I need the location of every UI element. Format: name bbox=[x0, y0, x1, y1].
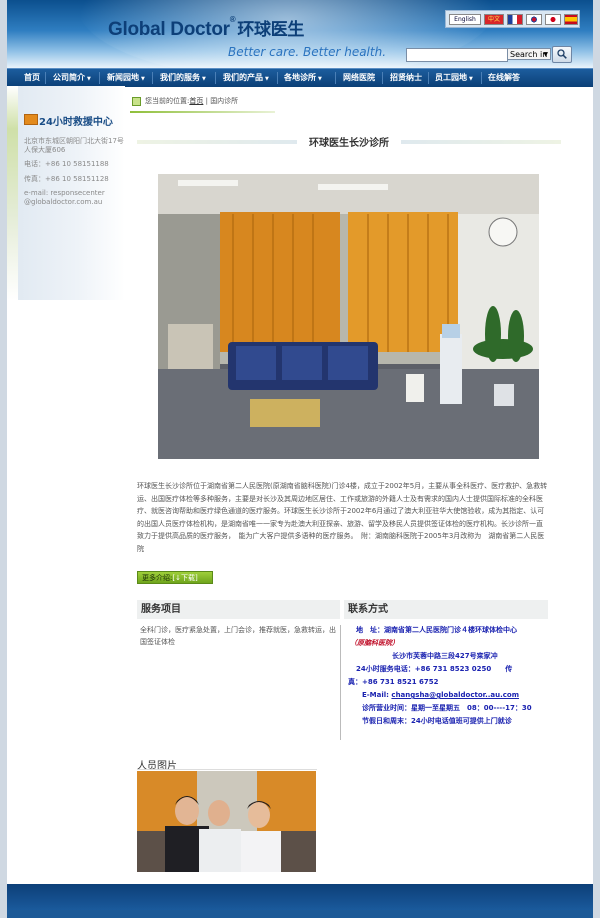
breadcrumb-current: 国内诊所 bbox=[210, 97, 239, 105]
contact-hotline: 24小时服务电话：+86 731 8523 0250 传 bbox=[356, 665, 513, 673]
nav-label: 在线解答 bbox=[488, 73, 520, 82]
services-heading: 服务项目 bbox=[137, 600, 340, 619]
nav-label: 各地诊所 bbox=[284, 73, 316, 82]
nav-divider bbox=[382, 72, 383, 84]
nav-label: 员工园地 bbox=[435, 73, 467, 82]
logo-chinese: 环球医生 bbox=[237, 20, 305, 39]
nav-label: 招贤纳士 bbox=[390, 73, 422, 82]
nav-label: 网络医院 bbox=[343, 73, 375, 82]
sidebar-address: 北京市东城区朝阳门北大街17号人保大厦606 bbox=[24, 137, 124, 154]
nav-divider bbox=[428, 72, 429, 84]
sidebar-fax: 传真：+86 10 58151128 bbox=[24, 175, 109, 183]
flag-france-icon[interactable] bbox=[507, 14, 523, 25]
dropdown-arrow-icon: ▼ bbox=[469, 76, 473, 82]
nav-news[interactable]: 新闻园地 ▼ bbox=[107, 69, 145, 87]
contact-address-note: （原脑科医院） bbox=[350, 639, 399, 647]
dropdown-arrow-icon: ▼ bbox=[87, 76, 91, 82]
contact-block: 地 址：湖南省第二人民医院门诊４楼环球体检中心 （原脑科医院） 长沙市芙蓉中路三… bbox=[348, 624, 548, 728]
download-link[interactable]: [↓下载] bbox=[172, 574, 197, 582]
clinic-waiting-room-image bbox=[158, 174, 539, 459]
nav-online-hospital[interactable]: 网络医院 bbox=[343, 69, 375, 87]
nav-divider bbox=[99, 72, 100, 84]
envelope-icon bbox=[24, 114, 38, 125]
nav-label: 首页 bbox=[24, 73, 40, 82]
page-title: 环球医生长沙诊所 bbox=[137, 134, 561, 149]
services-text: 全科门诊，医疗紧急处置，上门会诊，推荐就医，急救转运，出国签证体检 bbox=[140, 626, 336, 646]
dropdown-arrow-icon: ▼ bbox=[265, 76, 269, 82]
contact-email-row: E-Mail: changsha@globaldoctor..au.com bbox=[348, 689, 548, 702]
page-title-text: 环球医生长沙诊所 bbox=[305, 138, 393, 149]
nav-divider bbox=[335, 72, 336, 84]
breadcrumb-prefix: 您当前的位置: bbox=[145, 97, 190, 105]
more-info-label: 更多介绍: bbox=[142, 574, 173, 582]
nav-label: 我们的产品 bbox=[223, 73, 263, 82]
footer-bottom-bar bbox=[7, 910, 593, 918]
clinic-description: 环球医生长沙诊所位于湖南省第二人民医院(原湖南省脑科医院)门诊4楼，成立于200… bbox=[137, 482, 548, 553]
language-switcher: English 中文 bbox=[445, 10, 580, 28]
contact-street: 长沙市芙蓉中路三段427号寀家冲 bbox=[392, 652, 498, 660]
nav-clinics[interactable]: 各地诊所 ▼ bbox=[284, 69, 322, 87]
nav-products[interactable]: 我们的产品 ▼ bbox=[223, 69, 269, 87]
search-icon bbox=[557, 49, 567, 59]
dropdown-arrow-icon: ▼ bbox=[202, 76, 206, 82]
nav-divider bbox=[215, 72, 216, 84]
clinic-photo bbox=[158, 174, 539, 459]
contact-email-link[interactable]: changsha@globaldoctor..au.com bbox=[391, 691, 519, 699]
contact-address: 地 址：湖南省第二人民医院门诊４楼环球体检中心 bbox=[356, 626, 517, 634]
logo-registered-mark: ® bbox=[229, 15, 236, 24]
slogan: Better care. Better health. bbox=[228, 45, 387, 59]
breadcrumb-separator: | bbox=[205, 97, 208, 105]
more-info-button[interactable]: 更多介绍:[↓下载] bbox=[137, 571, 213, 584]
search-button[interactable] bbox=[552, 46, 572, 63]
staff-photo bbox=[137, 771, 316, 872]
breadcrumb: 您当前的位置:首页 | 国内诊所 bbox=[145, 96, 238, 106]
lang-english-button[interactable]: English bbox=[449, 14, 481, 25]
lang-chinese-button[interactable]: 中文 bbox=[484, 14, 504, 25]
sidebar-phone: 电话：+86 10 58151188 bbox=[24, 160, 109, 168]
contact-holiday: 节假日和周末：24小时电话值班可提供上门就诊 bbox=[362, 717, 512, 725]
nav-label: 我们的服务 bbox=[160, 73, 200, 82]
search-scope-value: Search in bbox=[510, 50, 548, 59]
chevron-down-icon: ▼ bbox=[543, 51, 548, 58]
contact-heading: 联系方式 bbox=[344, 600, 548, 619]
panel-divider bbox=[340, 625, 341, 740]
nav-about[interactable]: 公司简介 ▼ bbox=[53, 69, 91, 87]
nav-divider bbox=[481, 72, 482, 84]
search-input[interactable] bbox=[406, 48, 508, 62]
breadcrumb-icon bbox=[132, 97, 141, 106]
breadcrumb-underline bbox=[130, 111, 275, 113]
sidebar-email[interactable]: e-mail: responsecenter @globaldoctor.com… bbox=[24, 189, 124, 207]
site-footer bbox=[7, 884, 593, 910]
sidebar-strip bbox=[7, 86, 18, 300]
nav-careers[interactable]: 招贤纳士 bbox=[390, 69, 422, 87]
flag-spain-icon[interactable] bbox=[564, 14, 578, 25]
contact-fax: 真：+86 731 8521 6752 bbox=[348, 678, 439, 686]
nav-label: 新闻园地 bbox=[107, 73, 139, 82]
flag-korea-icon[interactable] bbox=[526, 14, 542, 25]
sidebar-title: 24小时救援中心 bbox=[39, 117, 113, 128]
page-title-bar: 环球医生长沙诊所 bbox=[137, 134, 561, 149]
logo-english: Global Doctor bbox=[108, 19, 230, 40]
staff-heading-underline bbox=[137, 769, 317, 770]
nav-services[interactable]: 我们的服务 ▼ bbox=[160, 69, 206, 87]
dropdown-arrow-icon: ▼ bbox=[318, 76, 322, 82]
staff-group-image bbox=[137, 771, 316, 872]
contact-hours: 诊所营业时间：星期一至星期五 08：00----17：30 bbox=[362, 704, 532, 712]
flag-japan-icon[interactable] bbox=[545, 14, 561, 25]
nav-label: 公司简介 bbox=[53, 73, 85, 82]
nav-online-answers[interactable]: 在线解答 bbox=[488, 69, 520, 87]
nav-divider bbox=[277, 72, 278, 84]
breadcrumb-home-link[interactable]: 首页 bbox=[189, 97, 203, 105]
nav-divider bbox=[45, 72, 46, 84]
site-logo[interactable]: Global Doctor®环球医生 bbox=[108, 15, 304, 41]
nav-home[interactable]: 首页 bbox=[24, 69, 40, 87]
nav-staff[interactable]: 员工园地 ▼ bbox=[435, 69, 473, 87]
dropdown-arrow-icon: ▼ bbox=[141, 76, 145, 82]
nav-divider bbox=[152, 72, 153, 84]
search-scope-select[interactable]: Search in ▼ bbox=[507, 48, 551, 60]
contact-email-label: E-Mail: bbox=[362, 691, 389, 699]
main-nav: 首页 公司简介 ▼ 新闻园地 ▼ 我们的服务 ▼ 我们的产品 ▼ 各地诊所 ▼ 网络医院 … bbox=[7, 68, 593, 87]
